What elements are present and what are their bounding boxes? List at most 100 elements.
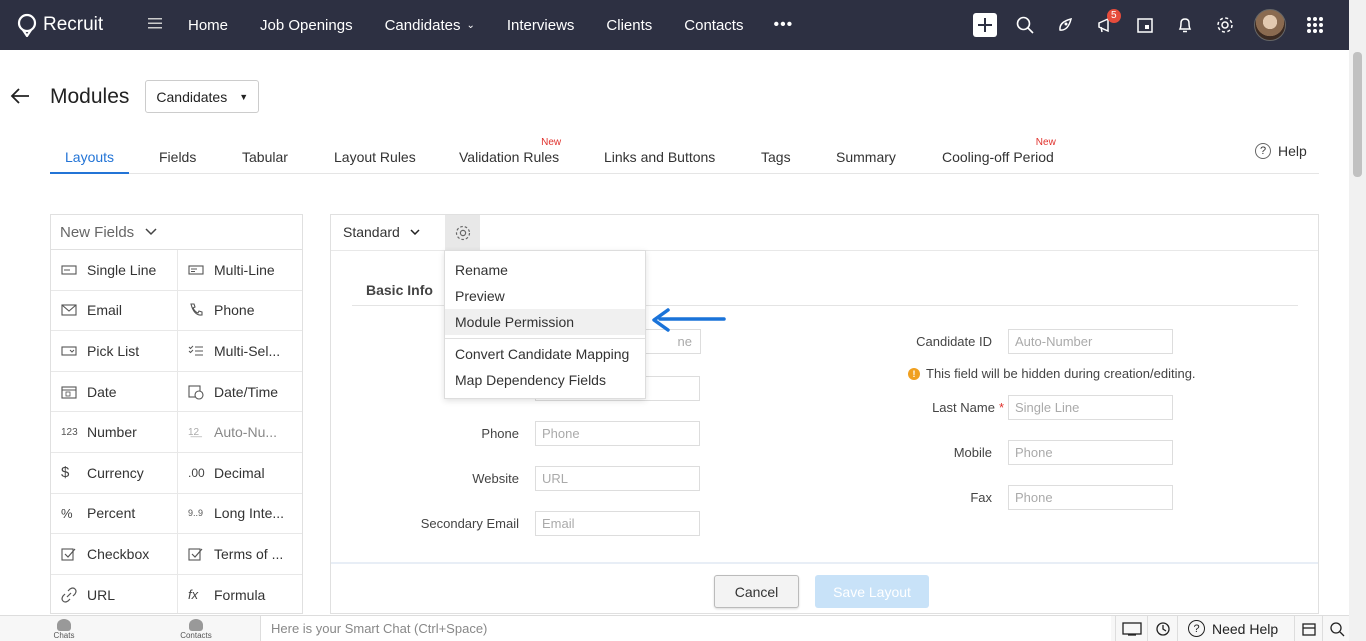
user-avatar[interactable] <box>1245 0 1295 50</box>
terms-icon <box>188 547 214 561</box>
nav-home[interactable]: Home <box>188 16 228 34</box>
field-type-long-inte[interactable]: 9..9 Long Inte... <box>178 494 302 535</box>
help-link[interactable]: ? Help <box>1255 143 1307 159</box>
tab-cooling-off-period[interactable]: Cooling-off Period New <box>942 137 1056 165</box>
archive-icon[interactable] <box>1294 616 1322 641</box>
mobile-field-input[interactable]: Phone <box>1008 440 1173 465</box>
secondary-email-placeholder: Email <box>542 516 575 531</box>
calendar-icon[interactable] <box>1125 0 1165 50</box>
field-type-label: Email <box>87 302 123 319</box>
field-type-label: Date/Time <box>214 383 279 400</box>
tab-tags-label: Tags <box>761 149 791 165</box>
topbar-actions: 5 <box>965 0 1335 50</box>
nav-candidates[interactable]: Candidates ⌄ <box>385 16 475 34</box>
nav-job-openings[interactable]: Job Openings <box>260 16 353 34</box>
field-type-currency[interactable]: $ Currency <box>51 452 178 494</box>
field-type-decimal[interactable]: .00 Decimal <box>178 453 302 494</box>
more-menu-icon[interactable]: ••• <box>773 16 793 34</box>
nav-clients[interactable]: Clients <box>606 16 652 34</box>
menu-item-rename[interactable]: Rename <box>445 257 645 283</box>
tab-layouts-label: Layouts <box>65 149 115 165</box>
menu-divider <box>445 338 645 339</box>
field-type-number[interactable]: 123 Number <box>51 412 178 453</box>
new-badge: New <box>1035 137 1056 148</box>
phone-icon <box>188 302 214 318</box>
contacts-button[interactable]: Contacts <box>177 616 215 640</box>
field-type-url[interactable]: URL <box>51 574 178 613</box>
chats-button[interactable]: Chats <box>50 616 78 640</box>
field-type-auto-nu[interactable]: 1̲2̲ Auto-Nu... <box>178 412 302 453</box>
secondary-email-field-input[interactable]: Email <box>535 511 700 536</box>
history-icon[interactable] <box>1147 616 1177 641</box>
website-field-input[interactable]: URL <box>535 466 700 491</box>
tab-fields-label: Fields <box>159 149 197 165</box>
layout-settings-gear-icon[interactable] <box>445 215 480 250</box>
field-type-label: Long Inte... <box>214 505 285 522</box>
bell-icon[interactable] <box>1165 0 1205 50</box>
layout-settings-menu: Rename Preview Module Permission Convert… <box>444 250 646 399</box>
field-label-fax: Fax <box>970 490 992 505</box>
tab-tags[interactable]: Tags <box>761 149 791 165</box>
app-launcher-grid-icon[interactable] <box>1295 0 1335 50</box>
settings-gear-icon[interactable] <box>1205 0 1245 50</box>
tab-summary[interactable]: Summary <box>836 149 896 165</box>
field-type-label: Phone <box>214 302 255 319</box>
tab-layout-rules[interactable]: Layout Rules <box>334 149 416 165</box>
cancel-button[interactable]: Cancel <box>714 575 799 608</box>
screen-share-icon[interactable] <box>1115 616 1147 641</box>
help-label: Help <box>1278 143 1307 159</box>
nav-contacts[interactable]: Contacts <box>684 16 743 34</box>
last-name-label: Last Name <box>932 400 995 415</box>
tab-links-and-buttons[interactable]: Links and Buttons <box>604 149 715 165</box>
create-new-button[interactable] <box>965 0 1005 50</box>
smart-chat-input[interactable]: Here is your Smart Chat (Ctrl+Space) <box>260 616 1111 641</box>
scrollbar-thumb[interactable] <box>1353 52 1362 177</box>
tab-fields[interactable]: Fields <box>159 149 196 165</box>
percent-icon: % <box>61 505 73 521</box>
search-icon[interactable] <box>1322 616 1350 641</box>
menu-item-module-permission[interactable]: Module Permission <box>445 309 645 335</box>
checkbox-icon <box>61 547 87 561</box>
menu-item-convert-candidate-mapping[interactable]: Convert Candidate Mapping <box>445 341 645 367</box>
field-type-label: Single Line <box>87 261 157 278</box>
menu-item-map-dependency-fields[interactable]: Map Dependency Fields <box>445 367 645 393</box>
need-help-button[interactable]: ? Need Help <box>1177 616 1294 641</box>
field-type-date[interactable]: Date <box>51 371 178 413</box>
nav-contacts-label: Contacts <box>684 16 744 34</box>
rocket-icon[interactable] <box>1045 0 1085 50</box>
field-type-multi-sel[interactable]: Multi-Sel... <box>178 331 302 372</box>
save-layout-button[interactable]: Save Layout <box>815 575 929 608</box>
nav-clients-label: Clients <box>606 16 653 34</box>
tab-tabular[interactable]: Tabular <box>242 149 288 165</box>
hamburger-menu-icon[interactable] <box>148 16 172 34</box>
field-type-single-line[interactable]: Single Line <box>51 250 178 291</box>
field-type-multi-line[interactable]: Multi-Line <box>178 250 302 291</box>
search-icon[interactable] <box>1005 0 1045 50</box>
candidate-id-field-input[interactable]: Auto-Number <box>1008 329 1173 354</box>
field-type-phone[interactable]: Phone <box>178 291 302 332</box>
module-select-dropdown[interactable]: Candidates ▼ <box>145 80 260 113</box>
field-label-phone: Phone <box>481 426 519 441</box>
back-arrow-icon[interactable] <box>10 84 50 110</box>
tab-layout-rules-label: Layout Rules <box>334 149 416 165</box>
field-type-pick-list[interactable]: Pick List <box>51 331 178 372</box>
recruit-logo[interactable]: Recruit <box>16 13 136 37</box>
field-type-percent[interactable]: % Percent <box>51 493 178 535</box>
field-type-email[interactable]: Email <box>51 290 178 332</box>
field-type-date-time[interactable]: Date/Time <box>178 372 302 413</box>
layout-select-dropdown[interactable]: Standard <box>343 224 420 240</box>
tab-validation-rules[interactable]: Validation Rules New <box>459 137 561 165</box>
new-fields-header[interactable]: New Fields <box>51 215 302 250</box>
menu-item-preview[interactable]: Preview <box>445 283 645 309</box>
last-name-field-input[interactable]: Single Line <box>1008 395 1173 420</box>
nav-interviews[interactable]: Interviews <box>507 16 575 34</box>
last-name-placeholder: Single Line <box>1015 400 1080 415</box>
phone-field-input[interactable]: Phone <box>535 421 700 446</box>
field-type-formula[interactable]: fx Formula <box>178 575 302 613</box>
tab-layouts[interactable]: Layouts <box>65 149 114 165</box>
field-type-checkbox[interactable]: Checkbox <box>51 534 178 575</box>
page-scrollbar[interactable] <box>1349 0 1366 641</box>
fax-field-input[interactable]: Phone <box>1008 485 1173 510</box>
announcements-icon[interactable]: 5 <box>1085 0 1125 50</box>
field-type-terms-of[interactable]: Terms of ... <box>178 534 302 575</box>
